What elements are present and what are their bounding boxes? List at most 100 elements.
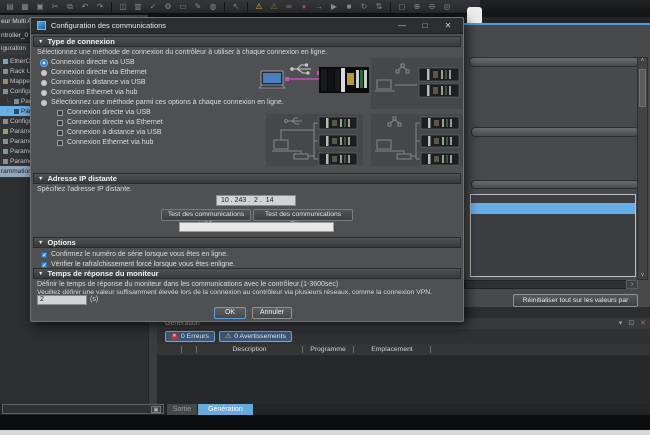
cut-icon[interactable]: ✂ (49, 0, 61, 13)
run-mode-icon[interactable]: ▶ (328, 0, 340, 13)
build-table-header: Description Programme Emplacement (157, 344, 650, 355)
tree-node-icon (3, 59, 8, 64)
build-warning-dim-icon[interactable]: ⚠ (268, 0, 280, 13)
maximize-icon[interactable]: □ (416, 19, 434, 33)
section-monitor-response[interactable]: ▼ Temps de réponse du moniteur (33, 268, 461, 279)
refresh-icon[interactable]: ↻ (358, 0, 370, 13)
undo-icon[interactable]: ↶ (79, 0, 91, 13)
settings-group-bar-2[interactable] (471, 127, 639, 137)
toolbar-separator (111, 2, 112, 12)
toolbar-icons: ▤▦▣✂⧉↶↷◫▥✓⚙▭✎◍↖⚠⚠∞●→▶■↻⇅◻⊕⊖◎ (4, 0, 453, 13)
radio-ethernet-hub[interactable]: Connexion Ethernet via hub (41, 88, 137, 97)
zoom-in-icon[interactable]: ⊕ (411, 0, 423, 13)
settings-group-bar-3[interactable] (471, 180, 639, 189)
collapse-triangle-icon: ▼ (38, 240, 43, 246)
tree-node-icon (3, 129, 8, 134)
dialog-title: Configuration des communications (51, 21, 388, 30)
step-icon[interactable]: → (313, 0, 325, 13)
section-options[interactable]: ▼ Options (33, 237, 461, 248)
zoom-select-icon[interactable]: ◻ (396, 0, 408, 13)
radio-select-each-time[interactable]: Sélectionnez une méthode parmi ces optio… (41, 98, 284, 107)
tab-output[interactable]: Sortie (167, 404, 197, 415)
tree-node-icon (14, 99, 19, 104)
reset-defaults-button[interactable]: Réinitialiser tout sur les valeurs par d… (513, 294, 638, 307)
rebuild-icon[interactable]: ▥ (132, 0, 144, 13)
column-programme[interactable]: Programme (303, 344, 353, 355)
panel-menu-icon[interactable]: ▾ (619, 318, 623, 329)
dialog-title-bar[interactable]: Configuration des communications — □ ✕ (31, 18, 463, 34)
tree-node-icon (3, 149, 8, 154)
ethernet-direct-diagram (371, 58, 463, 109)
ip-address-input[interactable]: 10 . 243 . 2 . 14 (216, 195, 296, 206)
section-remote-ip[interactable]: ▼ Adresse IP distante (33, 173, 461, 184)
column-description[interactable]: Description (197, 344, 302, 355)
zoom-fit-icon[interactable]: ◎ (441, 0, 453, 13)
go-online-icon[interactable]: ∞ (283, 0, 295, 13)
tab-build[interactable]: Génération (198, 404, 253, 415)
minimize-icon[interactable]: — (393, 19, 411, 33)
test-result-field (179, 222, 334, 232)
breakpoint-icon[interactable]: ● (298, 0, 310, 13)
tree-node-icon (14, 109, 19, 114)
radio-ethernet-direct[interactable]: Connexion directe via Ethernet (41, 68, 147, 77)
check-program-icon[interactable]: ✓ (147, 0, 159, 13)
checkbox-usb-remote[interactable]: Connexion à distance via USB (57, 128, 162, 137)
scrollbar-thumb[interactable] (639, 69, 646, 107)
vertical-scrollbar[interactable]: ˄ ˅ (637, 57, 648, 280)
monitor-icon[interactable]: ▭ (177, 0, 189, 13)
checkbox-icon (57, 130, 63, 136)
edit-icon[interactable]: ✎ (192, 0, 204, 13)
section-connection-type[interactable]: ▼ Type de connexion (33, 36, 461, 47)
errors-filter-button[interactable]: ✕ 0 Erreurs (165, 331, 215, 342)
expand-panel-icon[interactable]: ▣ (151, 406, 161, 413)
zoom-out-icon[interactable]: ⊖ (426, 0, 438, 13)
new-project-icon[interactable]: ▤ (4, 0, 16, 13)
build-icon[interactable]: ◫ (117, 0, 129, 13)
checkbox-confirm-serial[interactable]: ✓ Confirmez le numéro de série lorsque v… (41, 250, 228, 259)
column-emplacement[interactable]: Emplacement (354, 344, 430, 355)
open-project-icon[interactable]: ▦ (19, 0, 31, 13)
radio-icon (41, 80, 47, 86)
ok-button[interactable]: OK (214, 307, 246, 319)
save-icon[interactable]: ▣ (34, 0, 46, 13)
test-usb-button[interactable]: Test des communications USB (161, 209, 251, 221)
settings-group-bar-1[interactable] (469, 57, 639, 67)
checked-checkbox-icon: ✓ (41, 262, 47, 268)
monitor-description-line1: Définir le temps de réponse du moniteur … (37, 281, 338, 288)
radio-usb-direct[interactable]: Connexion directe via USB (41, 58, 135, 67)
checkbox-ethernet-direct[interactable]: Connexion directe via Ethernet (57, 118, 163, 127)
panel-close-icon[interactable]: ✕ (640, 318, 646, 329)
error-icon: ✕ (171, 333, 178, 340)
watch-icon[interactable]: ◍ (207, 0, 219, 13)
copy-icon[interactable]: ⧉ (64, 0, 76, 13)
redo-icon[interactable]: ↷ (94, 0, 106, 13)
synchronize-icon[interactable]: ⇅ (373, 0, 385, 13)
cancel-button[interactable]: Annuler (252, 307, 292, 319)
scroll-down-icon[interactable]: ˅ (638, 273, 647, 279)
collapse-triangle-icon: ▼ (38, 39, 43, 45)
close-icon[interactable]: ✕ (439, 19, 457, 33)
scroll-up-icon[interactable]: ˄ (641, 58, 645, 64)
collapse-triangle-icon: ▼ (38, 176, 43, 182)
radio-usb-remote[interactable]: Connexion à distance via USB (41, 78, 146, 87)
checkbox-usb-direct[interactable]: Connexion directe via USB (57, 108, 151, 117)
build-warning-icon[interactable]: ⚠ (253, 0, 265, 13)
pointer-icon[interactable]: ↖ (230, 0, 242, 13)
settings-list-selected-row[interactable] (471, 203, 635, 214)
panel-splitter[interactable] (148, 318, 157, 404)
stop-mode-icon[interactable]: ■ (343, 0, 355, 13)
warnings-filter-button[interactable]: ⚠ 0 Avertissements (219, 331, 292, 342)
panel-pin-icon[interactable]: ⊡ (628, 318, 634, 329)
test-ethernet-button[interactable]: Test des communications Ethernet (253, 209, 353, 221)
scroll-right-icon[interactable]: › (626, 280, 638, 289)
usb-remote-diagram (266, 114, 363, 166)
checked-checkbox-icon: ✓ (41, 252, 47, 258)
response-time-input[interactable]: 2 (37, 295, 87, 305)
document-tab-fragment[interactable] (467, 7, 482, 24)
settings-icon[interactable]: ⚙ (162, 0, 174, 13)
toolbar-empty-area (480, 0, 650, 14)
toolbar-separator (247, 2, 248, 12)
checkbox-ethernet-hub[interactable]: Connexion Ethernet via hub (57, 138, 153, 147)
response-time-unit: (s) (90, 296, 98, 303)
horizontal-scrollbar[interactable] (464, 280, 637, 289)
